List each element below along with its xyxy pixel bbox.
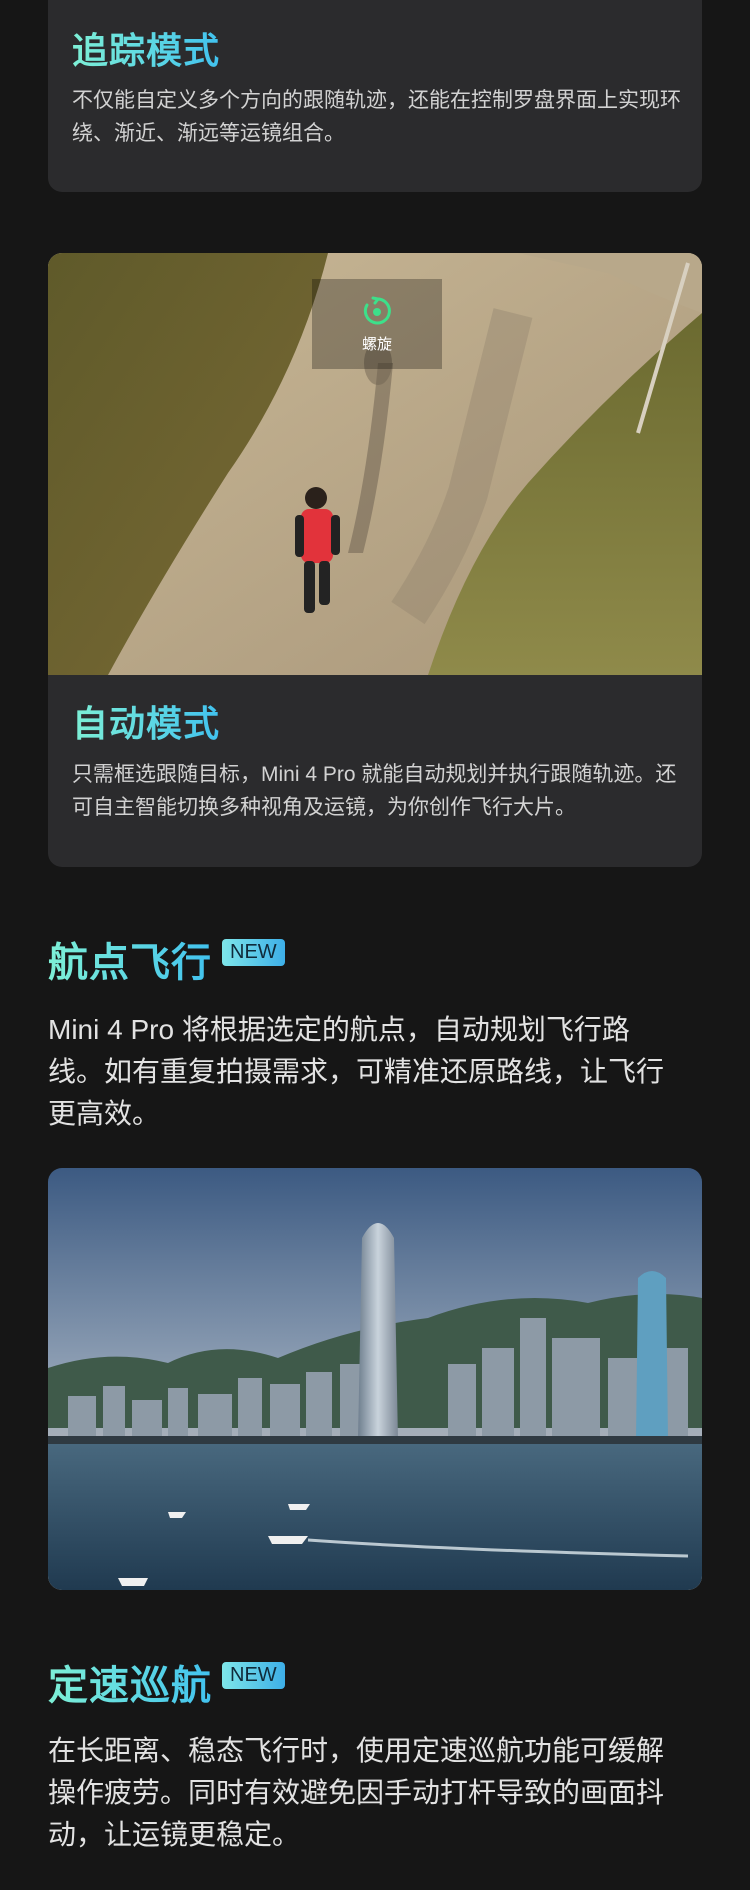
new-badge: NEW — [222, 938, 285, 966]
spiral-mode-label: 螺旋 — [361, 335, 392, 353]
tracking-mode-title: 追踪模式 — [72, 22, 220, 74]
hong-kong-skyline-photo — [48, 1168, 702, 1590]
cruise-title: 定速巡航 — [48, 1653, 212, 1711]
spiral-icon — [363, 296, 391, 324]
waypoint-section-title: 航点飞行 NEW — [48, 930, 285, 988]
waypoint-title: 航点飞行 — [48, 930, 212, 988]
tracking-mode-desc: 不仅能自定义多个方向的跟随轨迹，还能在控制罗盘界面上实现环绕、渐近、渐远等运镜组… — [72, 89, 681, 145]
auto-mode-card: 螺旋 自动模式 只需框选跟随目标，Mini 4 Pro 就能自动规划并执行跟随轨… — [48, 253, 702, 867]
tracking-mode-card: 追踪模式 不仅能自定义多个方向的跟随轨迹，还能在控制罗盘界面上实现环绕、渐近、渐… — [48, 0, 702, 192]
spiral-mode-overlay[interactable]: 螺旋 — [312, 279, 442, 369]
new-badge: NEW — [222, 1661, 285, 1689]
waypoint-desc: Mini 4 Pro 将根据选定的航点，自动规划飞行路线。如有重复拍摄需求，可精… — [48, 1014, 665, 1129]
cruise-section-title: 定速巡航 NEW — [48, 1653, 285, 1711]
cruise-desc: 在长距离、稳态飞行时，使用定速巡航功能可缓解操作疲劳。同时有效避免因手动打杆导致… — [48, 1735, 665, 1850]
auto-mode-title: 自动模式 — [72, 695, 220, 747]
auto-mode-desc: 只需框选跟随目标，Mini 4 Pro 就能自动规划并执行跟随轨迹。还可自主智能… — [72, 763, 677, 819]
